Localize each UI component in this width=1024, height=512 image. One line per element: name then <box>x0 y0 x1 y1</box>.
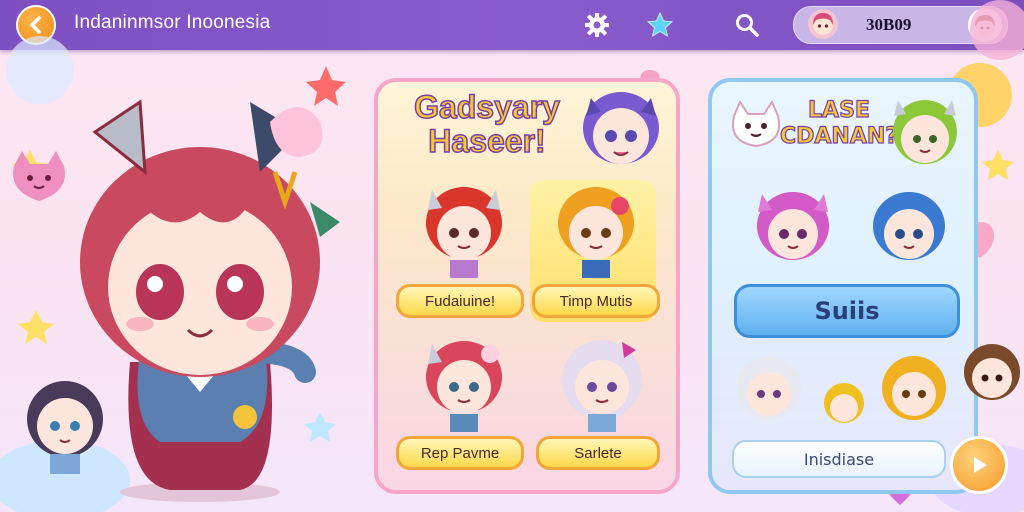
side-character-left <box>27 381 103 474</box>
character-card-3[interactable] <box>414 332 514 432</box>
panel-title: Gadsyary Haseer! <box>413 89 560 159</box>
search-icon[interactable] <box>732 10 762 40</box>
character-card-6[interactable] <box>864 184 954 274</box>
card-button-2[interactable]: Timp Mutis <box>532 284 660 318</box>
play-icon <box>974 457 987 473</box>
star-icon[interactable] <box>645 10 675 40</box>
card-button-3[interactable]: Rep Pavme <box>396 436 524 470</box>
character-portrait <box>893 100 957 164</box>
card-button-1[interactable]: Fudaiuine! <box>396 284 524 318</box>
gear-icon[interactable] <box>582 10 612 40</box>
character-portrait <box>583 92 659 164</box>
avatar <box>808 9 838 39</box>
top-bar: Indaninmsor Inoonesia 30B09 <box>0 0 1024 50</box>
user-avatar[interactable] <box>968 8 1002 42</box>
character-card-1[interactable] <box>414 178 514 278</box>
app-title: Indaninmsor Inoonesia <box>74 12 271 33</box>
profile-score: 30B09 <box>866 15 912 34</box>
character-card-2[interactable] <box>546 178 646 278</box>
cat-plush-icon <box>13 151 65 201</box>
character-select-panel: Gadsyary Haseer! Fudaiuine! Timp Mutis R… <box>374 78 680 494</box>
panel-title: LASE CDANAN? <box>779 97 899 149</box>
primary-action-button[interactable]: Suiis <box>734 284 960 338</box>
back-arrow-icon <box>30 16 41 34</box>
card-button-4[interactable]: Sarlete <box>536 436 660 470</box>
secondary-action-button[interactable]: Inisdiase <box>732 440 946 478</box>
profile-pill[interactable]: 30B09 <box>793 6 1008 44</box>
character-card-4[interactable] <box>552 332 652 432</box>
back-button[interactable] <box>16 5 56 45</box>
character-group <box>737 356 946 423</box>
side-character-right <box>964 344 1020 400</box>
character-card-5[interactable] <box>748 184 838 274</box>
play-button[interactable] <box>950 436 1008 494</box>
team-panel: LASE CDANAN? Suiis Inisdiase <box>708 78 978 494</box>
